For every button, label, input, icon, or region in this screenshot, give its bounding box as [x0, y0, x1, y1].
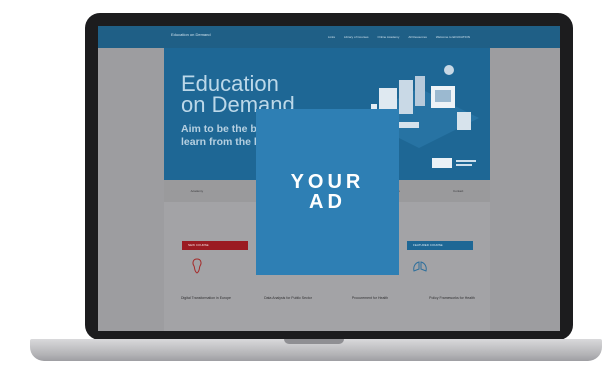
nav-link[interactable]: Links [328, 35, 335, 39]
hero-badge-graphic [432, 158, 476, 168]
hero-sub-line2: learn from the l [181, 136, 257, 148]
top-nav: Links Library of Courses Online Academy … [328, 35, 470, 39]
new-course-badge: NEW COURSE [182, 241, 248, 250]
nav-link[interactable]: Welcome to EDUCATION [436, 35, 470, 39]
stage: Education on Demand Links Library of Cou… [0, 0, 602, 365]
lungs-icon [413, 261, 427, 272]
course-title[interactable]: Procurement for Health [338, 296, 402, 301]
page-margin-right [490, 48, 560, 331]
featured-course-badge: FEATURED COURSE [407, 241, 473, 250]
tab-item[interactable]: Contact [453, 189, 463, 193]
nav-link[interactable]: Library of Courses [344, 35, 369, 39]
course-list: Digital Transformation in Europe Data An… [174, 296, 484, 301]
tab-item[interactable]: Academy [191, 189, 204, 193]
ad-placeholder[interactable]: YOUR AD [256, 109, 399, 275]
laptop-notch [284, 339, 344, 344]
site-logo[interactable]: Education on Demand [171, 32, 211, 37]
medical-icon [192, 258, 202, 274]
course-title[interactable]: Data Analysis for Public Sector [256, 296, 320, 301]
nav-link[interactable]: All Resources [408, 35, 427, 39]
site-header: Education on Demand Links Library of Cou… [98, 26, 560, 48]
course-title[interactable]: Digital Transformation in Europe [174, 296, 238, 301]
ad-text-line1: YOUR [290, 171, 365, 193]
hero-sub-line1: Aim to be the b [181, 123, 257, 135]
ad-text-line2: AD [309, 191, 346, 213]
course-title[interactable]: Policy Frameworks for Health [420, 296, 484, 301]
nav-link[interactable]: Online Academy [378, 35, 400, 39]
page-margin-left [98, 48, 164, 331]
